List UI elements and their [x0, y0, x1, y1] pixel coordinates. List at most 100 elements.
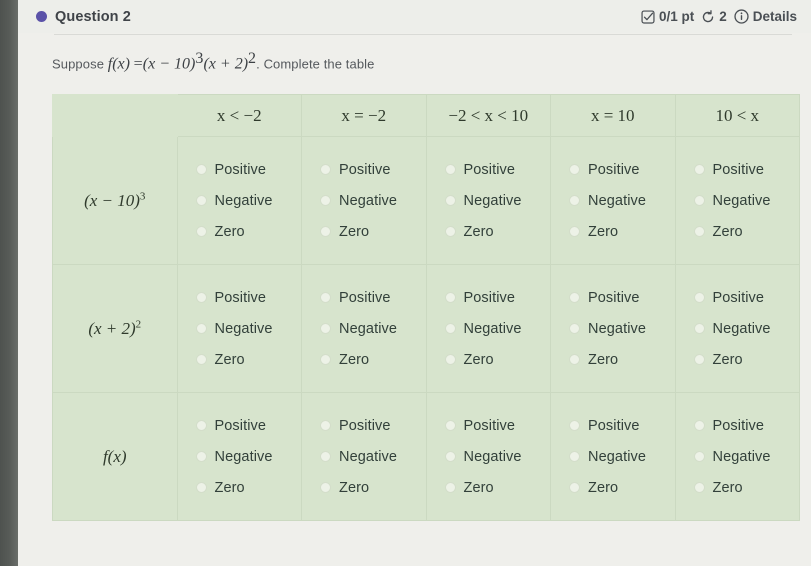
radio-button-icon[interactable] — [444, 292, 456, 303]
radio-option-zero[interactable]: Zero — [195, 224, 302, 240]
radio-option-positive[interactable]: Positive — [195, 418, 302, 434]
radio-button-icon[interactable] — [444, 420, 456, 431]
radio-button-icon[interactable] — [693, 292, 705, 303]
radio-button-icon[interactable] — [320, 226, 331, 237]
radio-option-label: Positive — [463, 289, 516, 306]
radio-option-negative[interactable]: Negative — [693, 193, 800, 209]
radio-option-negative[interactable]: Negative — [320, 193, 426, 209]
radio-button-icon[interactable] — [693, 451, 705, 462]
radio-option-zero[interactable]: Zero — [569, 224, 675, 240]
radio-button-icon[interactable] — [444, 195, 456, 206]
radio-button-icon[interactable] — [569, 195, 580, 206]
radio-option-negative[interactable]: Negative — [320, 449, 426, 465]
radio-button-icon[interactable] — [444, 164, 456, 175]
radio-option-negative[interactable]: Negative — [444, 193, 551, 209]
radio-option-zero[interactable]: Zero — [444, 480, 551, 496]
radio-button-icon[interactable] — [444, 482, 456, 493]
radio-option-negative[interactable]: Negative — [195, 193, 302, 209]
radio-option-negative[interactable]: Negative — [320, 321, 426, 337]
radio-option-positive[interactable]: Positive — [320, 162, 426, 178]
radio-button-icon[interactable] — [195, 420, 207, 431]
radio-button-icon[interactable] — [693, 226, 705, 237]
radio-button-icon[interactable] — [693, 164, 705, 175]
details-label: Details — [752, 9, 797, 24]
radio-option-zero[interactable]: Zero — [320, 352, 426, 368]
radio-option-zero[interactable]: Zero — [693, 480, 800, 496]
radio-button-icon[interactable] — [320, 323, 331, 334]
radio-option-positive[interactable]: Positive — [444, 289, 551, 306]
radio-button-icon[interactable] — [320, 354, 331, 365]
radio-button-icon[interactable] — [195, 323, 207, 334]
radio-button-icon[interactable] — [569, 292, 580, 303]
radio-option-positive[interactable]: Positive — [320, 418, 426, 434]
radio-button-icon[interactable] — [444, 354, 456, 365]
row-label-row-fx: f(x) — [52, 392, 178, 521]
radio-option-positive[interactable]: Positive — [195, 290, 302, 306]
radio-button-icon[interactable] — [444, 226, 456, 237]
radio-option-negative[interactable]: Negative — [444, 449, 551, 465]
radio-option-positive[interactable]: Positive — [569, 418, 675, 434]
radio-option-positive[interactable]: Positive — [693, 162, 800, 178]
radio-button-icon[interactable] — [195, 195, 207, 206]
radio-option-zero[interactable]: Zero — [444, 224, 551, 240]
details-link[interactable]: Details — [734, 9, 797, 24]
radio-button-icon[interactable] — [693, 420, 705, 431]
radio-option-positive[interactable]: Positive — [569, 290, 675, 306]
radio-button-icon[interactable] — [569, 164, 580, 175]
radio-option-label: Negative — [588, 192, 647, 209]
radio-option-negative[interactable]: Negative — [693, 321, 800, 337]
radio-button-icon[interactable] — [320, 420, 331, 431]
radio-button-icon[interactable] — [195, 354, 207, 365]
radio-option-zero[interactable]: Zero — [693, 224, 800, 240]
radio-button-icon[interactable] — [195, 482, 207, 493]
radio-option-positive[interactable]: Positive — [195, 162, 302, 178]
radio-button-icon[interactable] — [195, 451, 207, 462]
radio-option-zero[interactable]: Zero — [693, 352, 800, 368]
radio-button-icon[interactable] — [693, 354, 705, 365]
radio-option-positive[interactable]: Positive — [444, 162, 551, 178]
radio-option-negative[interactable]: Negative — [569, 321, 675, 337]
radio-option-zero[interactable]: Zero — [444, 352, 551, 368]
radio-option-positive[interactable]: Positive — [320, 290, 426, 306]
radio-option-zero[interactable]: Zero — [320, 224, 426, 240]
question-header: Question 2 0/1 pt 2 Details — [18, 0, 811, 33]
radio-button-icon[interactable] — [444, 451, 456, 462]
radio-option-negative[interactable]: Negative — [693, 449, 800, 465]
radio-option-negative[interactable]: Negative — [195, 320, 302, 337]
radio-button-icon[interactable] — [320, 451, 331, 462]
radio-option-label: Negative — [214, 320, 273, 337]
radio-option-positive[interactable]: Positive — [693, 418, 800, 434]
radio-button-icon[interactable] — [569, 226, 580, 237]
column-header-label: x < −2 — [216, 105, 262, 125]
radio-button-icon[interactable] — [569, 451, 580, 462]
radio-button-icon[interactable] — [569, 482, 580, 493]
radio-option-label: Zero — [339, 223, 370, 240]
header-divider — [54, 34, 792, 35]
radio-button-icon[interactable] — [569, 323, 580, 334]
radio-button-icon[interactable] — [693, 482, 705, 493]
radio-option-zero[interactable]: Zero — [569, 480, 675, 496]
radio-option-zero[interactable]: Zero — [320, 480, 426, 496]
radio-button-icon[interactable] — [569, 354, 580, 365]
radio-option-positive[interactable]: Positive — [693, 290, 800, 306]
radio-button-icon[interactable] — [320, 292, 331, 303]
radio-option-negative[interactable]: Negative — [569, 449, 675, 465]
radio-option-negative[interactable]: Negative — [195, 449, 302, 465]
radio-button-icon[interactable] — [320, 164, 331, 175]
radio-button-icon[interactable] — [195, 164, 207, 175]
radio-option-positive[interactable]: Positive — [444, 418, 551, 434]
radio-option-zero[interactable]: Zero — [195, 480, 302, 496]
radio-option-negative[interactable]: Negative — [444, 321, 551, 337]
radio-option-negative[interactable]: Negative — [569, 193, 675, 209]
radio-button-icon[interactable] — [195, 292, 207, 303]
radio-option-zero[interactable]: Zero — [569, 352, 675, 368]
radio-button-icon[interactable] — [693, 323, 705, 334]
radio-option-zero[interactable]: Zero — [195, 352, 302, 368]
radio-button-icon[interactable] — [569, 420, 580, 431]
radio-button-icon[interactable] — [693, 195, 705, 206]
radio-option-positive[interactable]: Positive — [569, 162, 675, 178]
radio-button-icon[interactable] — [320, 195, 331, 206]
radio-button-icon[interactable] — [320, 482, 331, 493]
radio-button-icon[interactable] — [444, 323, 456, 334]
radio-button-icon[interactable] — [195, 226, 207, 237]
